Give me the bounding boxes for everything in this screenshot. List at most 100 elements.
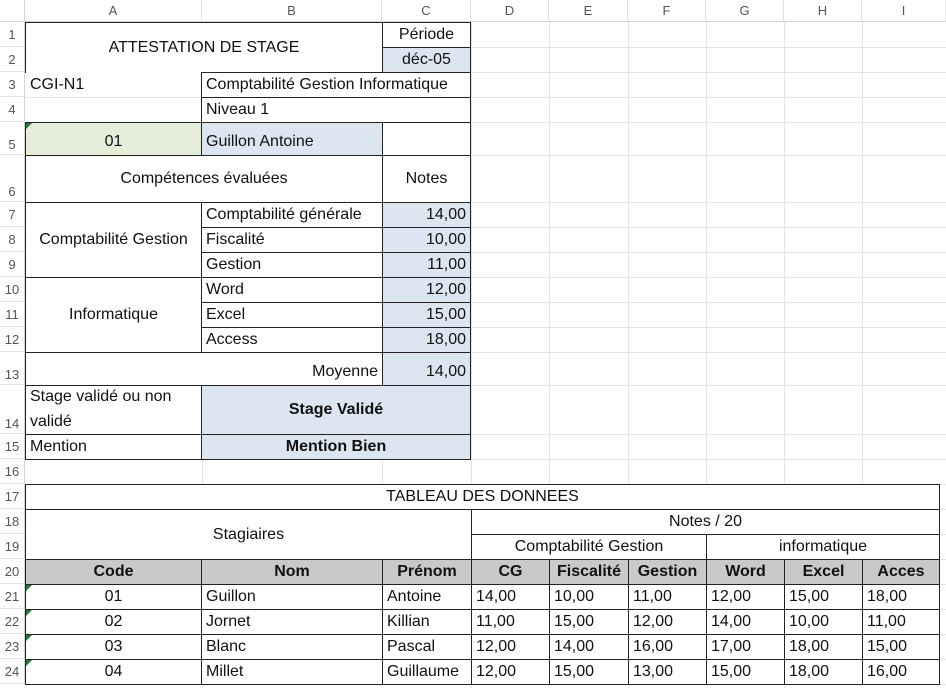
select-all-corner[interactable] (0, 0, 25, 22)
notes-header[interactable]: Notes (382, 155, 471, 203)
row-header[interactable]: 6 (0, 155, 25, 202)
cell-note[interactable]: 18,00 (862, 584, 940, 610)
column-excel[interactable]: Excel (784, 559, 863, 585)
periode-label[interactable]: Période (382, 22, 471, 48)
row-header[interactable]: 13 (0, 352, 25, 385)
competence-label[interactable]: Access (201, 327, 383, 353)
row-header[interactable]: 17 (0, 484, 25, 509)
column-acces[interactable]: Acces (862, 559, 940, 585)
row-header[interactable]: 1 (0, 22, 25, 47)
cell-note[interactable]: 15,00 (862, 634, 940, 660)
formation-name[interactable]: Comptabilité Gestion Informatique (201, 72, 471, 98)
row-header[interactable]: 10 (0, 277, 25, 302)
cell-note[interactable]: 12,00 (628, 609, 707, 635)
column-header-b[interactable]: B (202, 0, 382, 22)
cell-note[interactable]: 16,00 (628, 634, 707, 660)
group-comptabilite-gestion[interactable]: Comptabilité Gestion (25, 202, 202, 278)
cell-note[interactable]: 13,00 (628, 659, 707, 685)
class-code[interactable]: CGI-N1 (26, 72, 202, 97)
tableau-title[interactable]: TABLEAU DES DONNEES (25, 484, 940, 510)
moyenne-value[interactable]: 14,00 (382, 352, 471, 386)
row-header[interactable]: 20 (0, 559, 25, 584)
competence-note[interactable]: 14,00 (382, 202, 471, 228)
cell-note[interactable]: 12,00 (471, 659, 550, 685)
cell-note[interactable]: 15,00 (784, 584, 863, 610)
row-header[interactable]: 14 (0, 385, 25, 434)
column-header-g[interactable]: G (706, 0, 784, 22)
cell-code[interactable]: 02 (25, 609, 202, 635)
group-informatique-header[interactable]: informatique (706, 534, 940, 560)
competence-label[interactable]: Word (201, 277, 383, 303)
column-fiscalite[interactable]: Fiscalité (549, 559, 629, 585)
row-header[interactable]: 12 (0, 327, 25, 352)
moyenne-label[interactable]: Moyenne (25, 352, 383, 386)
attestation-title[interactable]: ATTESTATION DE STAGE (25, 22, 383, 73)
column-gestion[interactable]: Gestion (628, 559, 707, 585)
column-nom[interactable]: Nom (201, 559, 383, 585)
cell-code[interactable]: 01 (25, 584, 202, 610)
row-header[interactable]: 18 (0, 509, 25, 534)
row-header[interactable]: 9 (0, 252, 25, 277)
mention-value[interactable]: Mention Bien (201, 434, 471, 460)
cell-prenom[interactable]: Killian (382, 609, 472, 635)
cell-note[interactable]: 18,00 (784, 634, 863, 660)
cell-note[interactable]: 10,00 (549, 584, 629, 610)
column-header-h[interactable]: H (784, 0, 862, 22)
cell-note[interactable]: 15,00 (706, 659, 785, 685)
column-header-a[interactable]: A (25, 0, 202, 22)
validation-label[interactable]: Stage validé ou non validé (25, 385, 202, 435)
stagiaires-label[interactable]: Stagiaires (25, 509, 472, 560)
cell-prenom[interactable]: Antoine (382, 584, 472, 610)
cell-nom[interactable]: Millet (201, 659, 383, 685)
niveau[interactable]: Niveau 1 (201, 97, 471, 123)
cell-note[interactable]: 15,00 (549, 609, 629, 635)
cell-note[interactable]: 12,00 (471, 634, 550, 660)
cell-note[interactable]: 11,00 (628, 584, 707, 610)
cell-note[interactable]: 14,00 (706, 609, 785, 635)
row-header[interactable]: 7 (0, 202, 25, 227)
column-prenom[interactable]: Prénom (382, 559, 472, 585)
row-header[interactable]: 15 (0, 434, 25, 459)
competence-note[interactable]: 12,00 (382, 277, 471, 303)
mention-label[interactable]: Mention (25, 434, 202, 460)
column-header-i[interactable]: I (862, 0, 946, 22)
cell-note[interactable]: 16,00 (862, 659, 940, 685)
cell-note[interactable]: 10,00 (784, 609, 863, 635)
row-header[interactable]: 21 (0, 584, 25, 609)
cell-note[interactable]: 11,00 (862, 609, 940, 635)
cell-note[interactable]: 14,00 (471, 584, 550, 610)
group-informatique[interactable]: Informatique (25, 277, 202, 353)
cell-note[interactable]: 14,00 (549, 634, 629, 660)
competence-note[interactable]: 15,00 (382, 302, 471, 328)
row-header[interactable]: 19 (0, 534, 25, 559)
column-header-f[interactable]: F (628, 0, 706, 22)
column-code[interactable]: Code (25, 559, 202, 585)
competence-label[interactable]: Excel (201, 302, 383, 328)
cell-note[interactable]: 12,00 (706, 584, 785, 610)
competence-note[interactable]: 11,00 (382, 252, 471, 278)
cell-code[interactable]: 03 (25, 634, 202, 660)
competence-label[interactable]: Fiscalité (201, 227, 383, 253)
row-header[interactable]: 2 (0, 47, 25, 72)
group-comptabilite-gestion-header[interactable]: Comptabilité Gestion (471, 534, 707, 560)
periode-value[interactable]: déc-05 (382, 47, 471, 73)
notes-sur-20-label[interactable]: Notes / 20 (471, 509, 940, 535)
column-cg[interactable]: CG (471, 559, 550, 585)
row-header[interactable]: 16 (0, 459, 25, 484)
cell-code[interactable]: 04 (25, 659, 202, 685)
stagiaire-code-input[interactable]: 01 (25, 122, 202, 156)
cell-prenom[interactable]: Guillaume (382, 659, 472, 685)
row-header[interactable]: 11 (0, 302, 25, 327)
competence-label[interactable]: Gestion (201, 252, 383, 278)
competence-note[interactable]: 10,00 (382, 227, 471, 253)
validation-value[interactable]: Stage Validé (201, 385, 471, 435)
empty-cell[interactable] (382, 122, 471, 156)
cell-note[interactable]: 18,00 (784, 659, 863, 685)
column-word[interactable]: Word (706, 559, 785, 585)
column-header-e[interactable]: E (549, 0, 628, 22)
competences-header[interactable]: Compétences évaluées (25, 155, 383, 203)
row-header[interactable]: 4 (0, 97, 25, 122)
stagiaire-name[interactable]: Guillon Antoine (201, 122, 383, 156)
row-header[interactable]: 3 (0, 72, 25, 97)
row-header[interactable]: 8 (0, 227, 25, 252)
